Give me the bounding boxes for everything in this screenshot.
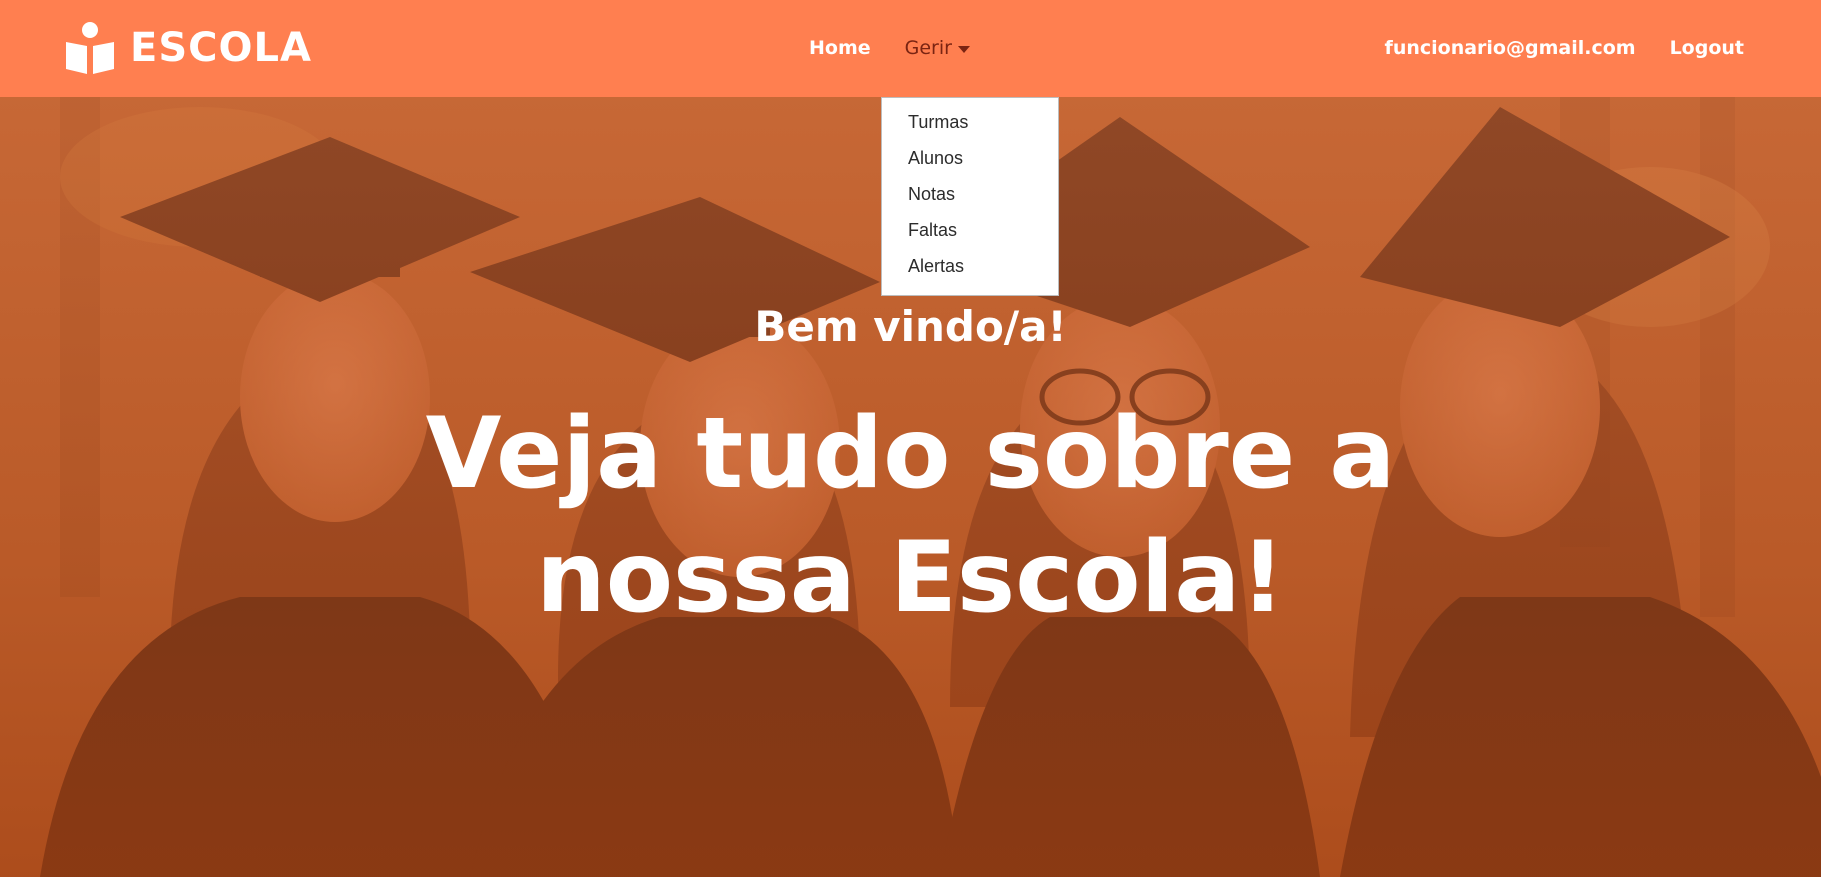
nav-gerir-dropdown-toggle[interactable]: Gerir: [905, 33, 970, 63]
dropdown-item-alunos[interactable]: Alunos: [882, 146, 1058, 182]
dropdown-item-faltas[interactable]: Faltas: [882, 218, 1058, 254]
book-reader-icon: [66, 22, 114, 74]
dropdown-item-turmas[interactable]: Turmas: [882, 110, 1058, 146]
nav-gerir-label: Gerir: [904, 37, 952, 59]
gerir-dropdown-menu: Turmas Alunos Notas Faltas Alertas: [881, 97, 1059, 296]
caret-down-icon: [957, 45, 970, 53]
nav-home-link[interactable]: Home: [809, 33, 871, 63]
logout-link[interactable]: Logout: [1670, 33, 1744, 63]
hero-title: Veja tudo sobre a nossa Escola!: [425, 397, 1396, 635]
brand-name: ESCOLA: [130, 25, 312, 71]
dropdown-item-alertas[interactable]: Alertas: [882, 254, 1058, 290]
user-nav: funcionario@gmail.com Logout: [1385, 33, 1744, 63]
navbar: ESCOLA Home Gerir funcionario@gmail.com …: [0, 0, 1821, 97]
user-email-link[interactable]: funcionario@gmail.com: [1385, 33, 1636, 63]
hero-subtitle: Bem vindo/a!: [754, 302, 1067, 351]
main-nav: Home Gerir: [809, 33, 970, 63]
brand-logo-link[interactable]: ESCOLA: [66, 20, 312, 76]
dropdown-item-notas[interactable]: Notas: [882, 182, 1058, 218]
